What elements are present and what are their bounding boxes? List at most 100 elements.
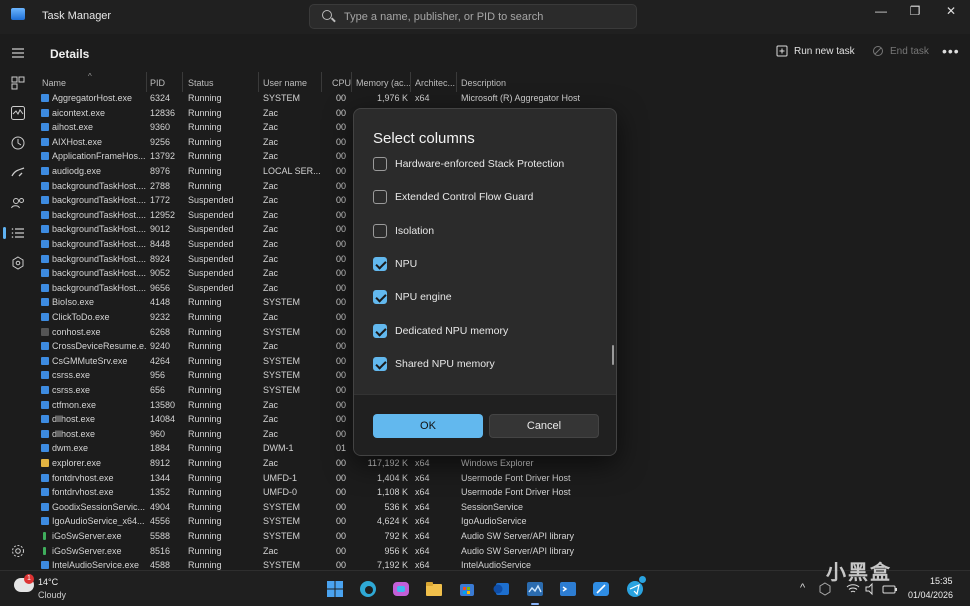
more-options-button[interactable]: ••• bbox=[942, 43, 960, 59]
column-option-label: Extended Control Flow Guard bbox=[395, 191, 534, 204]
search-input[interactable] bbox=[344, 7, 624, 27]
column-divider[interactable] bbox=[321, 72, 322, 92]
process-icon bbox=[43, 532, 46, 540]
clock-time[interactable]: 15:35 bbox=[930, 576, 953, 586]
users-icon[interactable] bbox=[9, 194, 27, 212]
table-cell: 536 K bbox=[384, 501, 408, 512]
table-cell: Audio SW Server/API library bbox=[461, 545, 575, 556]
checkbox[interactable] bbox=[373, 157, 387, 171]
checkbox[interactable] bbox=[373, 256, 387, 271]
weather-temperature[interactable]: 14°C bbox=[38, 577, 58, 587]
column-divider[interactable] bbox=[146, 72, 147, 92]
minimize-button[interactable]: — bbox=[864, 0, 898, 22]
terminal-icon[interactable] bbox=[558, 579, 578, 599]
table-cell: iGoSwServer.exe bbox=[52, 531, 122, 541]
process-icon bbox=[41, 429, 49, 438]
end-task-icon bbox=[873, 46, 883, 56]
column-divider[interactable] bbox=[410, 72, 411, 92]
column-header-user-name[interactable]: User name bbox=[263, 78, 321, 88]
column-header-status[interactable]: Status bbox=[188, 78, 258, 88]
title-bar: Task Manager — ❐ ✕ bbox=[0, 0, 970, 34]
column-divider[interactable] bbox=[456, 72, 457, 92]
table-cell: SYSTEM bbox=[263, 93, 301, 103]
column-header-description[interactable]: Description bbox=[461, 78, 581, 88]
column-option[interactable]: Hardware-enforced Stack Protection bbox=[373, 154, 603, 174]
checkbox[interactable] bbox=[373, 190, 387, 205]
startup-apps-icon[interactable] bbox=[9, 164, 27, 182]
table-cell: Zac bbox=[263, 545, 279, 556]
outlook-icon[interactable] bbox=[491, 579, 511, 599]
table-row[interactable]: fontdrvhost.exe 1352 Running UMFD-0 00 1,108 … bbox=[38, 486, 968, 501]
table-cell: SYSTEM bbox=[263, 501, 301, 512]
clock-date[interactable]: 01/04/2026 bbox=[908, 590, 953, 600]
run-new-task-button[interactable]: Run new task bbox=[776, 45, 855, 57]
column-option[interactable]: Dedicated NPU memory bbox=[373, 321, 603, 341]
maximize-button[interactable]: ❐ bbox=[898, 0, 932, 22]
checkbox[interactable] bbox=[373, 223, 387, 238]
end-task-button[interactable]: End task bbox=[872, 45, 929, 57]
table-cell: 4,624 K bbox=[376, 516, 408, 527]
task-manager-taskbar-icon[interactable] bbox=[525, 579, 545, 599]
search-box[interactable] bbox=[309, 4, 637, 29]
column-divider[interactable] bbox=[351, 72, 352, 92]
microsoft-store-icon[interactable] bbox=[457, 579, 477, 599]
table-cell: Zac bbox=[263, 136, 279, 147]
column-divider[interactable] bbox=[258, 72, 259, 92]
tray-overflow-chevron-icon[interactable]: ^ bbox=[800, 582, 805, 594]
table-cell: 12836 bbox=[150, 107, 176, 118]
column-header-cpu[interactable]: CPU bbox=[332, 78, 352, 88]
table-row[interactable]: iGoSwServer.exe 5588 Running SYSTEM 00 792 K x… bbox=[38, 530, 968, 545]
table-cell: Running bbox=[188, 428, 222, 439]
table-cell: 00 bbox=[336, 166, 347, 176]
table-cell: csrss.exe bbox=[52, 370, 91, 381]
performance-icon[interactable] bbox=[9, 104, 27, 122]
dialog-scrollbar[interactable] bbox=[612, 345, 614, 365]
column-header-memory[interactable]: Memory (ac... bbox=[356, 78, 410, 88]
start-windows-icon[interactable] bbox=[325, 579, 345, 599]
services-icon[interactable] bbox=[9, 254, 27, 272]
column-option[interactable]: Isolation bbox=[373, 221, 603, 241]
details-icon[interactable] bbox=[3, 224, 27, 242]
app-history-icon[interactable] bbox=[9, 134, 27, 152]
table-row[interactable]: GoodixSessionServic... 4904 Running SYSTEM 0… bbox=[38, 501, 968, 516]
table-cell: 00 bbox=[336, 253, 347, 264]
hamburger-menu-icon[interactable] bbox=[9, 44, 27, 62]
table-row[interactable]: AggregatorHost.exe 6324 Running SYSTEM 00 1,9… bbox=[38, 92, 968, 107]
table-cell: 4904 bbox=[150, 501, 171, 512]
copilot-icon[interactable] bbox=[391, 579, 411, 599]
table-cell: Suspended bbox=[188, 282, 234, 293]
checkbox[interactable] bbox=[373, 323, 387, 338]
table-cell: Running bbox=[188, 166, 222, 176]
column-option[interactable]: NPU bbox=[373, 254, 603, 274]
column-header-architecture[interactable]: Architec... bbox=[415, 78, 455, 88]
column-option[interactable]: Extended Control Flow Guard bbox=[373, 187, 603, 207]
column-header-pid[interactable]: PID bbox=[150, 78, 184, 88]
table-row[interactable]: IgoAudioService_x64... 4556 Running SYSTEM 0… bbox=[38, 515, 968, 530]
table-cell: 9232 bbox=[150, 312, 171, 322]
table-cell: backgroundTaskHost.... bbox=[52, 195, 146, 206]
table-cell: Windows Explorer bbox=[461, 458, 534, 468]
table-cell: 00 bbox=[336, 268, 347, 279]
table-cell: GoodixSessionServic... bbox=[52, 501, 146, 512]
cancel-button[interactable]: Cancel bbox=[489, 414, 599, 438]
column-option[interactable]: Shared NPU memory bbox=[373, 354, 603, 374]
weather-condition[interactable]: Cloudy bbox=[38, 590, 66, 600]
table-cell: 1,404 K bbox=[376, 472, 408, 483]
edge-browser-icon[interactable] bbox=[358, 579, 378, 599]
close-button[interactable]: ✕ bbox=[934, 0, 968, 22]
file-explorer-icon[interactable] bbox=[424, 579, 444, 599]
settings-gear-icon[interactable] bbox=[9, 542, 27, 560]
table-cell: SYSTEM bbox=[263, 370, 301, 381]
process-icon bbox=[41, 167, 49, 175]
checkbox[interactable] bbox=[373, 356, 387, 371]
table-row[interactable]: fontdrvhost.exe 1344 Running UMFD-1 00 1,404 … bbox=[38, 472, 968, 487]
column-option[interactable]: NPU engine bbox=[373, 287, 603, 307]
ok-button[interactable]: OK bbox=[373, 414, 483, 438]
table-row[interactable]: explorer.exe 8912 Running Zac 00 117,192 K x64… bbox=[38, 457, 968, 472]
snipping-tool-icon[interactable] bbox=[591, 579, 611, 599]
column-header-name[interactable]: Name bbox=[42, 78, 142, 88]
table-cell: LOCAL SER... bbox=[263, 166, 321, 176]
checkbox[interactable] bbox=[373, 290, 387, 305]
processes-icon[interactable] bbox=[9, 74, 27, 92]
column-divider[interactable] bbox=[182, 72, 183, 92]
